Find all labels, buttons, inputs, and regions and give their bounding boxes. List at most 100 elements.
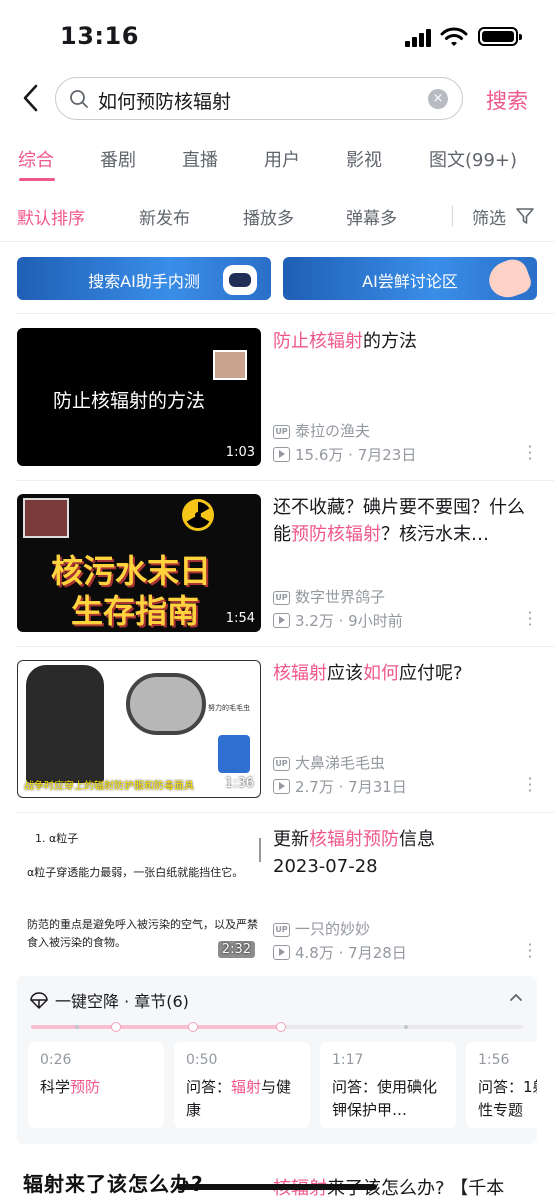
video-thumbnail[interactable]: 1. α粒子 α粒子穿透能力最弱，一张白纸就能挡住它。 防范的重点是避免呼入被污… xyxy=(17,826,261,964)
search-button[interactable]: 搜索 xyxy=(486,85,528,115)
more-options-icon[interactable]: · · · xyxy=(526,937,534,965)
more-options-icon[interactable]: · · · xyxy=(526,771,534,799)
video-item[interactable]: 防止核辐射的方法 1:03 防止核辐射的方法 UP 泰拉の渔夫 15.6万 · 7… xyxy=(0,314,554,480)
video-thumbnail[interactable]: 辐射来了该怎么办? xyxy=(17,1160,261,1199)
active-tab-indicator xyxy=(19,178,55,181)
up-badge-icon: UP xyxy=(273,425,290,439)
chapter-card[interactable]: 0:26 科学预防 xyxy=(28,1042,164,1128)
chevron-up-icon[interactable] xyxy=(509,990,523,1004)
parachute-icon xyxy=(30,992,48,1010)
sort-most-danmaku[interactable]: 弹幕多 xyxy=(346,204,397,229)
uploader[interactable]: UP 数字世界鸽子 xyxy=(273,586,385,607)
title-text: 2023-07-28 xyxy=(273,856,378,877)
result-tabs: 综合 番剧 直播 用户 影视 图文(99+) xyxy=(0,140,554,186)
hand-icon xyxy=(484,257,534,300)
sort-newest[interactable]: 新发布 xyxy=(139,204,190,229)
divider xyxy=(0,241,554,242)
tab-users[interactable]: 用户 xyxy=(264,146,300,172)
chapter-header-label: 一键空降 · 章节(6) xyxy=(55,992,189,1011)
publish-date: 7月31日 xyxy=(348,778,407,796)
play-count-icon xyxy=(273,447,290,462)
thumbnail-caption: 战争时应穿上的辐射防护服和防毒面具 xyxy=(24,781,194,792)
publish-date: 7月28日 xyxy=(348,944,407,962)
thumbnail-inset-image xyxy=(23,498,69,538)
search-query: 如何预防核辐射 xyxy=(98,91,232,113)
ai-discussion-banner[interactable]: AI尝鲜讨论区 xyxy=(283,257,537,300)
title-highlight: 核辐射预防 xyxy=(309,829,399,850)
tab-all[interactable]: 综合 xyxy=(18,146,54,172)
tab-articles[interactable]: 图文(99+) xyxy=(429,146,517,172)
filter-icon[interactable] xyxy=(515,207,535,225)
gas-mask-image xyxy=(126,673,206,735)
chapter-marker xyxy=(404,1025,408,1029)
uploader[interactable]: UP 大鼻涕毛毛虫 xyxy=(273,752,385,773)
uploader-name: 数字世界鸽子 xyxy=(295,588,386,606)
video-thumbnail[interactable]: 核污水末日 生存指南 1:54 xyxy=(17,494,261,632)
cursor-bar xyxy=(259,838,261,862)
tab-live[interactable]: 直播 xyxy=(182,146,218,172)
chapter-title: 问答：使用碘化钾保护甲… xyxy=(332,1078,438,1119)
chapter-title: 问答：辐射与健康 xyxy=(186,1078,292,1119)
back-arrow-icon[interactable] xyxy=(16,80,46,116)
chapter-card[interactable]: 0:50 问答：辐射与健康 xyxy=(174,1042,310,1128)
video-duration: 2:32 xyxy=(217,941,255,958)
tab-bangumi[interactable]: 番剧 xyxy=(100,146,136,172)
video-meta: 4.8万 · 7月28日 xyxy=(273,942,407,963)
thumbnail-text: 1. α粒子 xyxy=(35,832,79,845)
chapter-progress-track xyxy=(31,1022,523,1032)
chapter-card[interactable]: 1:56 问答：1射性专题 xyxy=(466,1042,537,1128)
home-indicator[interactable] xyxy=(177,1184,377,1190)
title-highlight: 防止核辐射 xyxy=(273,331,363,352)
title-highlight: 核辐射 xyxy=(273,663,327,684)
chapter-header[interactable]: 一键空降 · 章节(6) xyxy=(29,988,189,1012)
title-text: 应付呢? xyxy=(399,663,463,684)
video-duration: 1:36 xyxy=(224,776,254,791)
video-title[interactable]: 核辐射应该如何应付呢? xyxy=(273,660,541,687)
publish-date: 7月23日 xyxy=(357,446,417,464)
chapter-marker xyxy=(75,1025,79,1029)
robot-icon xyxy=(223,265,257,295)
more-options-icon[interactable]: · · · xyxy=(526,605,534,633)
chapter-time: 1:56 xyxy=(478,1052,510,1068)
thumbnail-headline: 辐射来了该怎么办? xyxy=(23,1172,204,1196)
video-item[interactable]: 1. α粒子 α粒子穿透能力最弱，一张白纸就能挡住它。 防范的重点是避免呼入被污… xyxy=(0,812,554,978)
chapter-card[interactable]: 1:17 问答：使用碘化钾保护甲… xyxy=(320,1042,456,1128)
video-thumbnail[interactable]: 努力的毛毛虫 战争时应穿上的辐射防护服和防毒面具 1:36 xyxy=(17,660,261,798)
chapter-marker[interactable] xyxy=(188,1022,198,1032)
video-meta: 3.2万 · 9小时前 xyxy=(273,610,403,631)
video-thumbnail[interactable]: 防止核辐射的方法 1:03 xyxy=(17,328,261,466)
more-options-icon[interactable]: · · · xyxy=(526,439,534,467)
up-badge-icon: UP xyxy=(273,591,290,605)
video-duration: 1:54 xyxy=(225,611,255,626)
video-meta: 15.6万 · 7月23日 xyxy=(273,444,416,465)
chapter-time: 0:50 xyxy=(186,1052,218,1068)
thumbnail-headline: 生存指南 xyxy=(71,592,200,630)
video-title[interactable]: 更新核辐射预防信息 2023-07-28 xyxy=(273,826,541,880)
chapter-marker[interactable] xyxy=(276,1022,286,1032)
uploader-name: 大鼻涕毛毛虫 xyxy=(295,754,386,772)
video-item[interactable]: 努力的毛毛虫 战争时应穿上的辐射防护服和防毒面具 1:36 核辐射应该如何应付呢… xyxy=(0,646,554,812)
ai-assistant-banner[interactable]: 搜索AI助手内测 xyxy=(17,257,271,300)
status-bar: 13:16 xyxy=(0,0,554,70)
tab-movies[interactable]: 影视 xyxy=(346,146,382,172)
uploader[interactable]: UP 一只的妙妙 xyxy=(273,918,370,939)
video-title[interactable]: 防止核辐射的方法 xyxy=(273,328,541,355)
filter-button[interactable]: 筛选 xyxy=(472,204,506,229)
search-input[interactable]: 如何预防核辐射 × xyxy=(55,77,463,120)
chapter-time: 0:26 xyxy=(40,1052,72,1068)
chapter-title: 问答：1射性专题 xyxy=(478,1078,537,1119)
play-count-icon xyxy=(273,945,290,960)
sort-most-played[interactable]: 播放多 xyxy=(243,204,294,229)
clear-icon[interactable]: × xyxy=(428,89,448,109)
play-count-icon xyxy=(273,779,290,794)
chapter-marker[interactable] xyxy=(111,1022,121,1032)
thumbnail-small-text: 努力的毛毛虫 xyxy=(208,704,250,712)
thumbnail-text: 防止核辐射的方法 xyxy=(53,390,206,412)
meme-sticker-image xyxy=(213,350,247,380)
uploader[interactable]: UP 泰拉の渔夫 xyxy=(273,420,370,441)
video-title[interactable]: 还不收藏？碘片要不要囤？什么能预防核辐射？核污水末… xyxy=(273,494,541,548)
blue-bag-image xyxy=(218,735,250,773)
video-item[interactable]: 核污水末日 生存指南 1:54 还不收藏？碘片要不要囤？什么能预防核辐射？核污水… xyxy=(0,480,554,646)
sort-default[interactable]: 默认排序 xyxy=(17,204,85,229)
title-text: 的方法 xyxy=(363,331,417,352)
